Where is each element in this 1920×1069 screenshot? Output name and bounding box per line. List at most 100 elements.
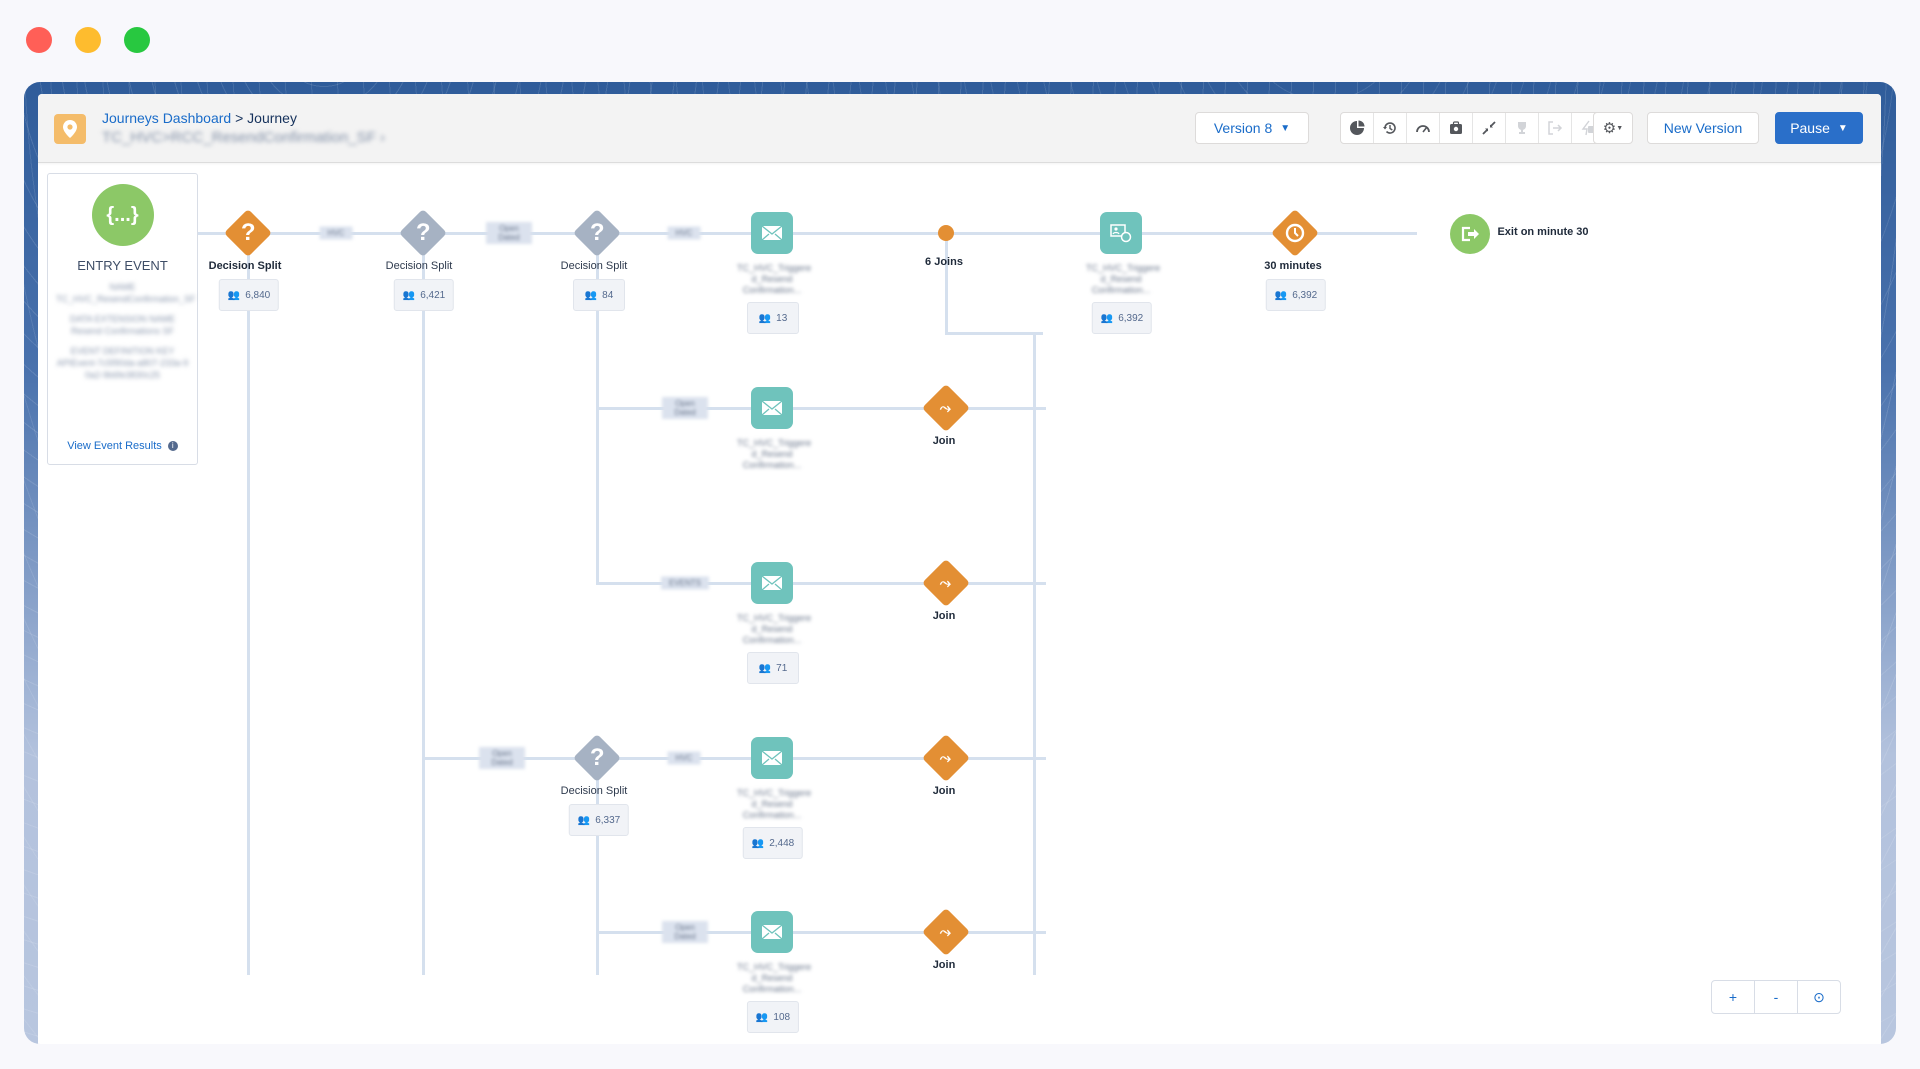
envelope-icon [761,575,783,591]
population-count[interactable]: 👥 71 [747,652,799,684]
decision-split-node[interactable]: ? [572,208,622,258]
window-minimize-button[interactable] [75,27,101,53]
collapse-button[interactable] [1473,113,1506,143]
api-event-icon: {...} [91,184,154,246]
journey-canvas[interactable]: {...} ENTRY EVENT NAME TC_HVC_ResendConfi… [38,163,1881,1044]
goal-button[interactable] [1506,113,1539,143]
zoom-out-button[interactable]: - [1755,981,1798,1013]
node-label: Decision Split [385,260,453,272]
recenter-button[interactable]: ⊙ [1798,981,1840,1013]
email-activity-node[interactable] [751,387,793,429]
people-icon: 👥 [577,814,591,826]
population-count[interactable]: 👥 6,840 [218,279,280,311]
node-label: Join [932,785,956,797]
population-count[interactable]: 👥 6,421 [393,279,455,311]
decision-split-node[interactable]: ? [223,208,273,258]
journey-name[interactable]: TC_HVC>RCC_ResendConfirmation_SF › [102,129,385,146]
caret-down-icon: ▼ [1837,122,1848,134]
joins-label: 6 Joins [925,256,963,268]
join-node[interactable]: ⤳ [921,383,971,433]
version-dropdown[interactable]: Version 8 ▼ [1195,112,1309,144]
info-icon[interactable]: i [167,441,178,452]
connector [422,235,425,975]
node-label: Join [932,435,956,447]
exit-criteria-icon [1548,121,1563,135]
history-button[interactable] [1374,113,1407,143]
email-activity-node[interactable] [751,562,793,604]
envelope-icon [761,924,783,940]
journey-header: Journeys Dashboard > Journey TC_HVC>RCC_… [38,94,1881,163]
email-name: TC_HVC_Triggere d_Resend Confirmation... [737,263,812,295]
zoom-in-button[interactable]: + [1712,981,1755,1013]
name-label: NAME [109,282,136,292]
email-activity-node[interactable] [751,212,793,254]
new-version-button[interactable]: New Version [1647,112,1759,144]
count-value: 2,448 [769,837,795,849]
path-label: HVC [319,226,353,240]
email-activity-node[interactable] [751,737,793,779]
version-label: Version 8 [1213,120,1273,136]
entry-event-key: EVENT DEFINITION KEY APIEvent-7c5f90da-a8… [56,345,189,381]
journey-name-text: TC_HVC>RCC_ResendConfirmation_SF [102,129,376,146]
join-node[interactable]: ⤳ [921,558,971,608]
message-activity-node[interactable] [1100,212,1142,254]
exit-criteria-button[interactable] [1539,113,1572,143]
connector [945,332,1043,335]
email-name: TC_HVC_Triggere d_Resend Confirmation... [737,438,812,470]
gauge-button[interactable] [1407,113,1440,143]
join-icon: ⤳ [940,574,952,591]
people-icon: 👥 [1274,289,1288,301]
join-node[interactable]: ⤳ [921,733,971,783]
connector [945,235,948,335]
window-maximize-button[interactable] [124,27,150,53]
entry-event-card[interactable]: {...} ENTRY EVENT NAME TC_HVC_ResendConfi… [47,173,198,465]
count-value: 6,337 [595,814,621,826]
exit-node[interactable] [1450,214,1490,254]
people-icon: 👥 [227,289,241,301]
caret-down-icon: ▼ [1280,122,1291,134]
camera-icon [1450,121,1462,134]
journey-builder-panel: Journeys Dashboard > Journey TC_HVC>RCC_… [38,94,1881,1044]
pause-button[interactable]: Pause ▼ [1775,112,1863,144]
snapshot-button[interactable] [1440,113,1473,143]
population-count[interactable]: 👥 2,448 [742,827,804,859]
joins-dot[interactable] [938,225,954,241]
connector [247,235,250,975]
gear-icon: ⚙ [1602,120,1617,137]
population-count[interactable]: 👥 13 [747,302,799,334]
envelope-icon [761,400,783,416]
decision-split-node[interactable]: ? [572,733,622,783]
population-count[interactable]: 👥 108 [746,1001,800,1033]
people-icon: 👥 [758,312,772,324]
people-icon: 👥 [402,289,416,301]
path-label: Open Dated [486,222,532,244]
count-value: 6,421 [420,289,446,301]
path-label: HVC [667,226,701,240]
decision-split-node[interactable]: ? [398,208,448,258]
wait-node[interactable] [1270,208,1320,258]
population-count[interactable]: 👥 6,337 [568,804,630,836]
app-frame: Journeys Dashboard > Journey TC_HVC>RCC_… [24,82,1896,1044]
canvas-zoom-controls: + - ⊙ [1711,980,1841,1014]
pause-label: Pause [1790,120,1830,136]
breadcrumb-journeys-dashboard[interactable]: Journeys Dashboard [102,110,231,126]
count-value: 6,392 [1292,289,1318,301]
analytics-button[interactable] [1341,113,1374,143]
chevron-right-icon: › [380,129,386,146]
join-node[interactable]: ⤳ [921,907,971,957]
question-icon: ? [240,218,256,246]
people-icon: 👥 [755,1011,769,1023]
view-event-results-link[interactable]: View Event Results i [48,440,197,452]
path-label: Open Dated [479,747,525,769]
email-activity-node[interactable] [751,911,793,953]
exit-icon [1461,226,1479,242]
de-value: Resend Confirmations SF [70,326,175,336]
population-count[interactable]: 👥 6,392 [1265,279,1327,311]
window-close-button[interactable] [26,27,52,53]
people-icon: 👥 [751,837,765,849]
settings-dropdown[interactable]: ⚙ ▼ [1593,112,1633,144]
count-value: 71 [776,662,788,674]
population-count[interactable]: 👥 84 [573,279,625,311]
population-count[interactable]: 👥 6,392 [1091,302,1153,334]
breadcrumb: Journeys Dashboard > Journey [102,110,297,126]
